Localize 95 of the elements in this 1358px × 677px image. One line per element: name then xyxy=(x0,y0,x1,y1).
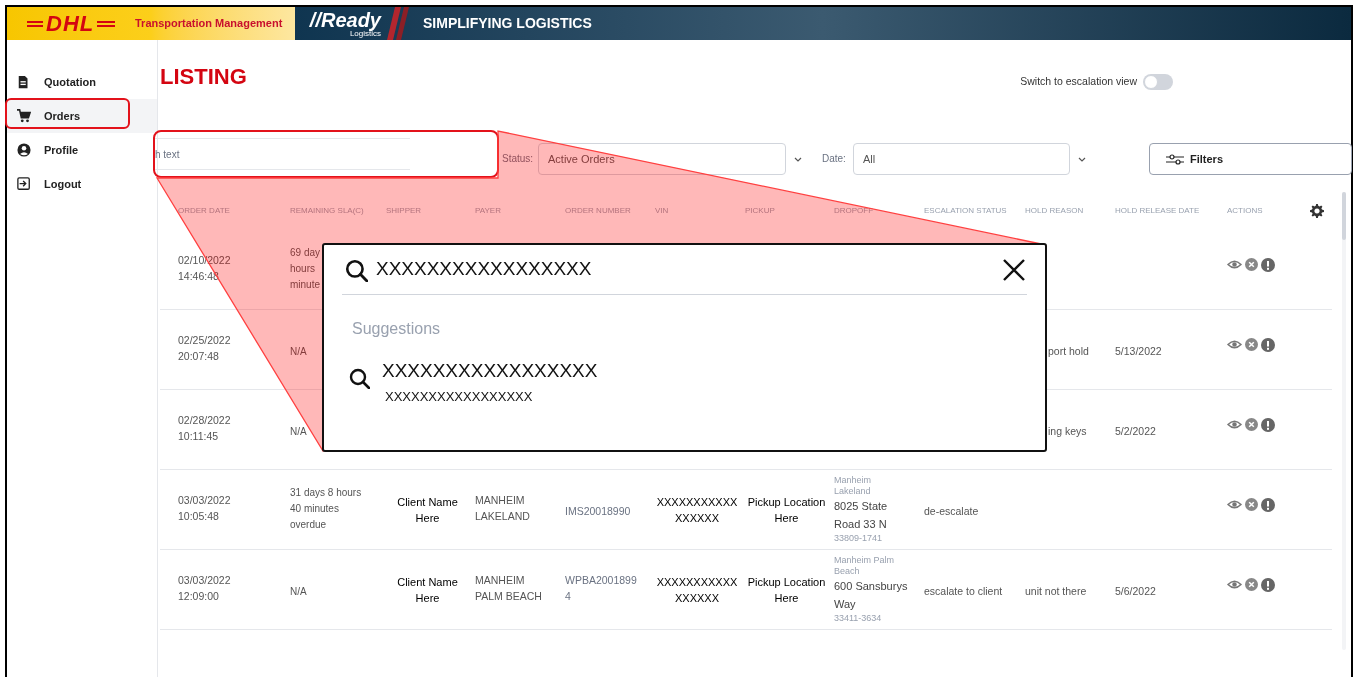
stripes-icon xyxy=(27,20,43,27)
cancel-icon[interactable] xyxy=(1245,258,1258,271)
column-header: ESCALATION STATUS xyxy=(924,205,1007,217)
cancel-icon[interactable] xyxy=(1245,418,1258,431)
hold-reason: ing keys xyxy=(1047,423,1087,439)
column-header: PICKUP xyxy=(745,205,775,217)
tagline: SIMPLIFYING LOGISTICS xyxy=(423,14,592,33)
chevron-down-icon xyxy=(1078,157,1086,162)
select-field[interactable]: Active Orders xyxy=(538,143,786,175)
sliders-icon xyxy=(1166,153,1184,165)
toggle-label: Switch to escalation view xyxy=(1020,74,1137,90)
cancel-icon[interactable] xyxy=(1245,498,1258,511)
eye-icon[interactable] xyxy=(1227,578,1242,591)
payer-text: MANHEIM PALM BEACH xyxy=(475,573,542,604)
stripes-icon xyxy=(387,7,409,40)
alert-icon[interactable] xyxy=(1261,497,1275,512)
dropoff-zip: 33411-3634 xyxy=(834,612,883,625)
suggestion-item[interactable]: XXXXXXXXXXXXXXXXX XXXXXXXXXXXXXXXXX xyxy=(342,359,1027,407)
column-header: ORDER DATE xyxy=(178,205,230,217)
suggestions-heading: Suggestions xyxy=(351,319,442,339)
document-icon xyxy=(17,74,31,90)
vin-text: XXXXXXXXXXX XXXXXX xyxy=(655,494,739,526)
hold-reason: unit not there xyxy=(1025,583,1087,599)
alert-icon[interactable] xyxy=(1261,577,1275,592)
chevron-down-icon xyxy=(794,157,802,162)
date-text: 02/28/2022 10:11:45 xyxy=(178,413,231,444)
toggle-switch[interactable] xyxy=(1143,74,1173,90)
person-icon xyxy=(17,142,31,158)
stripes-icon xyxy=(97,20,116,27)
suggestion-subtitle: XXXXXXXXXXXXXXXXX xyxy=(385,388,534,406)
dropoff-name: Manheim Palm Beach xyxy=(834,554,896,577)
dhl-logo: DHL xyxy=(46,12,95,35)
column-header: SHIPPER xyxy=(386,205,422,217)
dropoff-name: Manheim Lakeland xyxy=(834,474,872,497)
logout-icon xyxy=(17,176,31,192)
hold-reason: port hold xyxy=(1047,343,1089,359)
shipper-text: Client Name Here xyxy=(396,574,459,606)
date-text: 03/03/2022 12:09:00 xyxy=(178,573,231,604)
vin-text: XXXXXXXXXXX XXXXXX xyxy=(655,574,739,606)
alert-icon[interactable] xyxy=(1261,257,1275,272)
sidebar-item[interactable]: Quotation xyxy=(7,65,157,99)
status-text: escalate to client xyxy=(924,583,1003,599)
search-icon xyxy=(344,257,368,282)
status-text: de-escalate xyxy=(924,503,979,519)
settings-icon[interactable] xyxy=(1310,204,1324,218)
cart-icon xyxy=(17,108,31,124)
eye-icon[interactable] xyxy=(1227,498,1242,511)
filters-button[interactable]: Filters xyxy=(1149,143,1352,175)
dropoff-address: 8025 State Road 33 N xyxy=(834,498,889,532)
search-query: XXXXXXXXXXXXXXXXX xyxy=(376,257,593,282)
order-number: WPBA2001899 4 xyxy=(565,573,637,604)
dropoff-address: 600 Sansburys Way xyxy=(834,578,909,612)
cancel-icon[interactable] xyxy=(1245,338,1258,351)
sla-text: N/A xyxy=(290,344,307,359)
sidebar-item[interactable]: Orders xyxy=(7,99,157,133)
product-name: Transportation Management xyxy=(135,16,283,32)
pickup-text: Pickup Location Here xyxy=(746,574,827,606)
order-number: IMS20018990 xyxy=(565,503,631,519)
sla-text: 69 day hours minute xyxy=(290,245,321,292)
sidebar-item[interactable]: Logout xyxy=(7,167,157,201)
search-field[interactable]: h text xyxy=(155,138,410,170)
filter-label: Status: xyxy=(502,152,535,166)
dropoff-zip: 33809-1741 xyxy=(834,532,884,545)
column-header: REMAINING SLA(C) xyxy=(290,205,364,217)
sla-text: N/A xyxy=(290,424,307,439)
date-text: 02/25/2022 20:07:48 xyxy=(178,333,231,364)
column-header: DROPOFF xyxy=(834,205,874,217)
column-header: HOLD RELEASE DATE xyxy=(1115,205,1200,217)
sla-text: 31 days 8 hours 40 minutes overdue xyxy=(290,485,362,532)
suggestion-title: XXXXXXXXXXXXXXXXX xyxy=(382,359,598,383)
cancel-icon[interactable] xyxy=(1245,578,1258,591)
alert-icon[interactable] xyxy=(1261,417,1275,432)
eye-icon[interactable] xyxy=(1227,338,1242,351)
ready-logo: //Ready xyxy=(309,9,381,30)
pickup-text: Pickup Location Here xyxy=(746,494,827,526)
filter-label: Date: xyxy=(822,152,847,166)
sla-text: N/A xyxy=(290,584,307,599)
payer-text: MANHEIM LAKELAND xyxy=(475,493,530,524)
eye-icon[interactable] xyxy=(1227,418,1242,431)
date-text: 5/13/2022 xyxy=(1115,343,1162,359)
page-title: LISTING xyxy=(160,64,247,90)
date-text: 5/2/2022 xyxy=(1115,423,1156,439)
shipper-text: Client Name Here xyxy=(396,494,459,526)
search-icon xyxy=(348,367,370,389)
alert-icon[interactable] xyxy=(1261,337,1275,352)
date-text: 5/6/2022 xyxy=(1115,583,1156,599)
column-header: VIN xyxy=(655,205,669,217)
column-header: ORDER NUMBER xyxy=(565,205,631,217)
column-header: HOLD REASON xyxy=(1025,205,1084,217)
close-icon[interactable] xyxy=(1003,258,1025,281)
date-text: 03/03/2022 10:05:48 xyxy=(178,493,231,524)
column-header: PAYER xyxy=(475,205,501,217)
column-header: ACTIONS xyxy=(1227,205,1263,217)
eye-icon[interactable] xyxy=(1227,258,1242,271)
select-field[interactable]: All xyxy=(853,143,1070,175)
